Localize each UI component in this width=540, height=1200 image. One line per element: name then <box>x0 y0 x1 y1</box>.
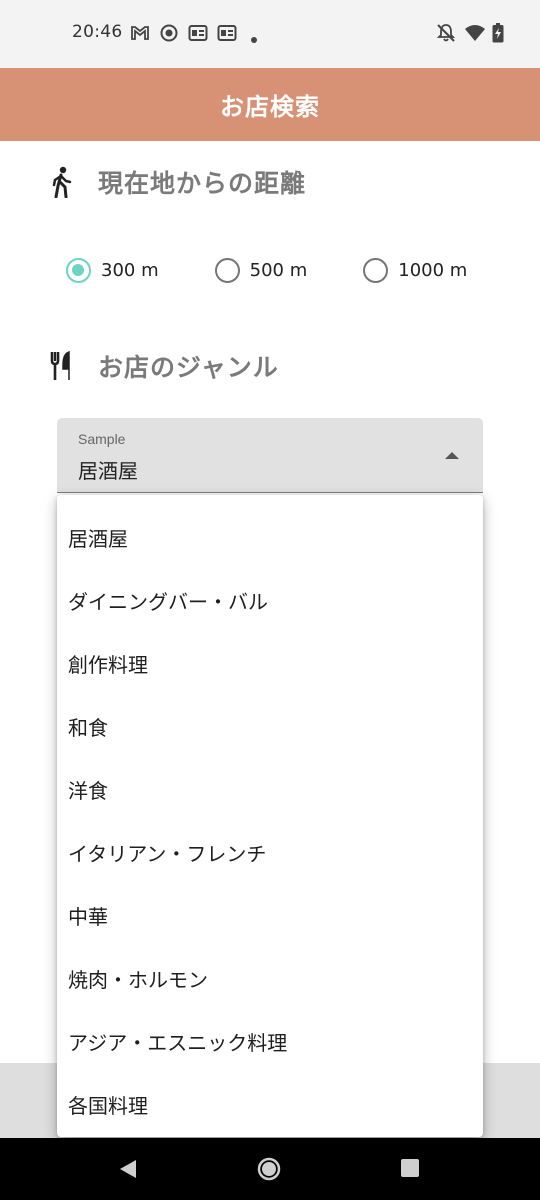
menu-item-international[interactable]: 各国料理 <box>57 1073 483 1136</box>
news-icon <box>188 23 208 47</box>
dropdown-arrow-icon[interactable] <box>445 452 459 459</box>
menu-item-italian-french[interactable]: イタリアン・フレンチ <box>57 821 483 884</box>
radio-300m[interactable]: 300 m <box>66 257 159 283</box>
record-icon <box>159 23 179 47</box>
radio-label: 1000 m <box>398 259 468 281</box>
menu-item-dining-bar[interactable]: ダイニングバー・バル <box>57 569 483 632</box>
restaurant-icon <box>48 349 76 383</box>
app-bar: お店検索 <box>0 68 540 141</box>
menu-item-creative[interactable]: 創作料理 <box>57 632 483 695</box>
radio-500m[interactable]: 500 m <box>214 257 308 283</box>
battery-charging-icon <box>492 23 504 47</box>
radio-label: 300 m <box>101 259 159 281</box>
radio-unchecked-icon[interactable] <box>363 257 389 283</box>
menu-item-chinese[interactable]: 中華 <box>57 884 483 947</box>
genre-dropdown-menu: 居酒屋 ダイニングバー・バル 創作料理 和食 洋食 イタリアン・フレンチ 中華 … <box>57 495 483 1137</box>
menu-item-yakiniku[interactable]: 焼肉・ホルモン <box>57 947 483 1010</box>
navigation-bar <box>0 1138 540 1200</box>
distance-radio-group: 300 m 500 m 1000 m <box>66 254 467 286</box>
gmail-icon <box>130 23 150 47</box>
news-icon <box>217 23 237 47</box>
menu-item-western[interactable]: 洋食 <box>57 758 483 821</box>
menu-item-asian-ethnic[interactable]: アジア・エスニック料理 <box>57 1010 483 1073</box>
dot-icon <box>250 29 258 48</box>
wifi-icon <box>464 23 486 47</box>
menu-item-japanese[interactable]: 和食 <box>57 695 483 758</box>
walk-icon <box>48 165 76 199</box>
status-time: 20:46 <box>72 22 123 42</box>
recents-icon[interactable] <box>400 1158 420 1182</box>
status-bar: 20:46 <box>0 0 540 68</box>
select-value: 居酒屋 <box>78 459 138 483</box>
radio-label: 500 m <box>249 259 308 281</box>
genre-select[interactable]: Sample 居酒屋 <box>57 418 483 493</box>
bell-off-icon <box>436 23 456 47</box>
radio-1000m[interactable]: 1000 m <box>363 257 468 283</box>
radio-unchecked-icon[interactable] <box>214 257 240 283</box>
genre-section-header: お店のジャンル <box>48 346 279 386</box>
genre-section-title: お店のジャンル <box>98 353 279 382</box>
select-label: Sample <box>78 431 126 447</box>
menu-item-izakaya[interactable]: 居酒屋 <box>57 506 483 569</box>
distance-section-header: 現在地からの距離 <box>48 162 306 202</box>
radio-checked-icon[interactable] <box>66 257 91 283</box>
app-title: お店検索 <box>220 93 320 121</box>
back-icon[interactable] <box>117 1158 139 1184</box>
distance-section-title: 現在地からの距離 <box>98 169 307 198</box>
home-icon[interactable] <box>257 1157 281 1185</box>
